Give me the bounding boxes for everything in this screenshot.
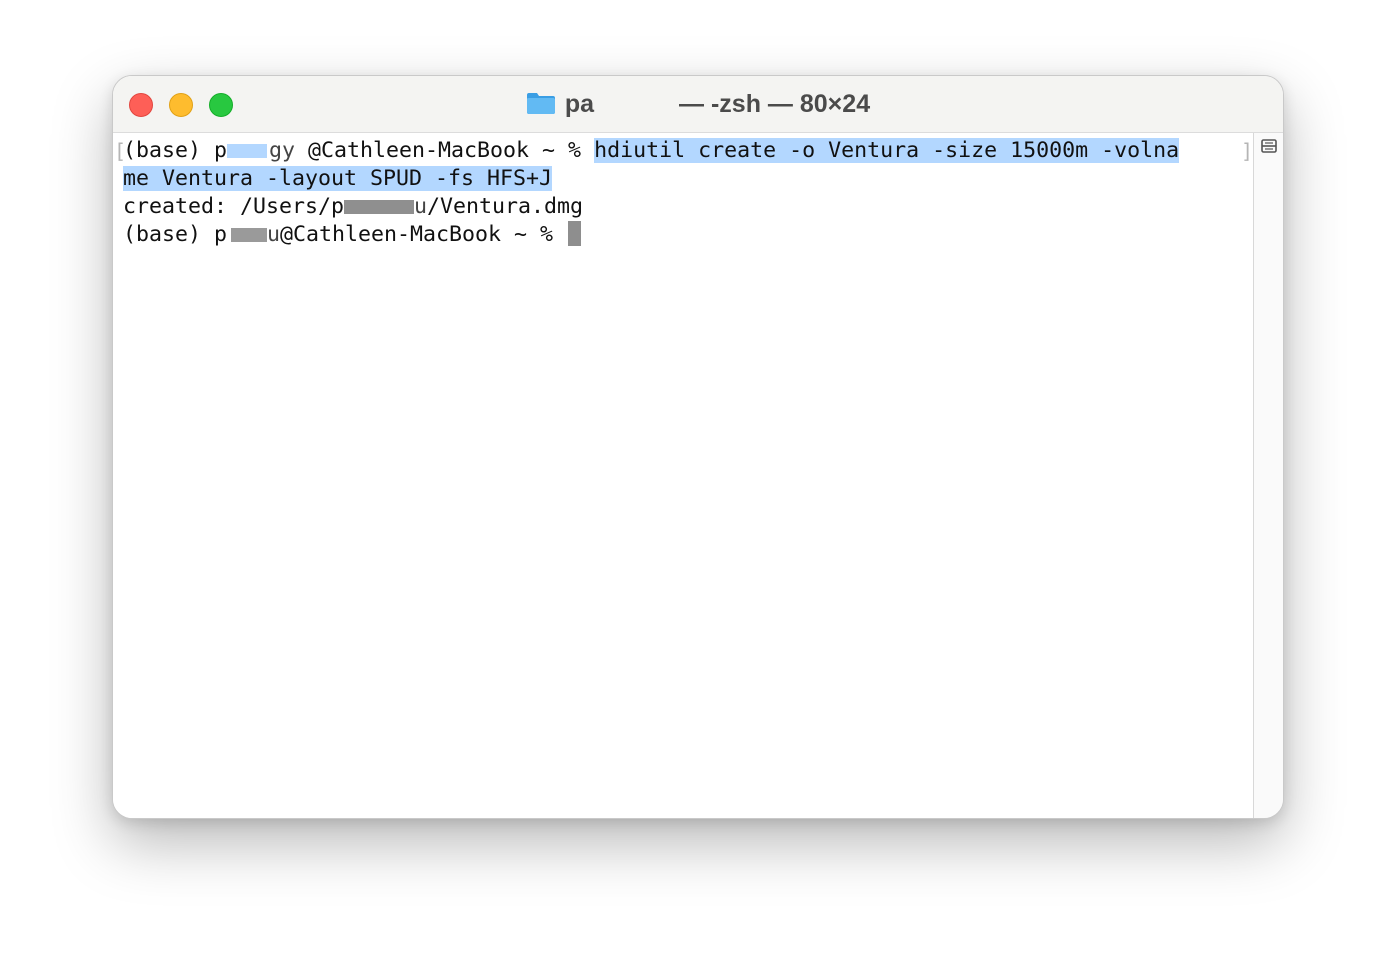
username-redaction [227,144,268,158]
split-pane-icon[interactable] [1261,139,1277,153]
text-cursor [568,220,582,246]
username-redaction [231,228,268,242]
selected-command-text[interactable]: hdiutil create -o Ventura -size 15000m -… [594,138,1180,163]
title-redaction [594,93,667,115]
prompt-host: @Cathleen-MacBook ~ % [280,222,567,247]
terminal-window: pa — -zsh — 80×24 [ ] (base) p gy @Cathle… [112,75,1284,819]
username-tail: u [414,194,428,219]
output-prefix: created: /Users/ [123,194,332,219]
username-tail: gy [269,138,296,163]
conda-env-label: (base) [123,222,215,247]
terminal-content[interactable]: [ ] (base) p gy @Cathleen-MacBook ~ % hdi… [113,133,1253,818]
terminal-line: created: /Users/p u/Ventura.dmg [123,193,583,221]
folder-icon [526,93,555,114]
prompt-host: @Cathleen-MacBook ~ % [295,138,595,163]
title-bar[interactable]: pa — -zsh — 80×24 [113,76,1283,133]
username-tail: u [267,222,281,247]
mark-bracket-right: ] [1241,139,1254,163]
selected-command-text[interactable]: me Ventura -layout SPUD -fs HFS+J [123,166,553,191]
scrollbar[interactable] [1253,133,1283,818]
username-partial: p [331,194,345,219]
terminal-line: me Ventura -layout SPUD -fs HFS+J [123,165,553,193]
title-username: pa [564,89,595,118]
username-partial: p [214,138,228,163]
output-path-suffix: /Ventura.dmg [427,194,584,219]
window-title: pa — -zsh — 80×24 [113,76,1283,132]
username-partial: p [214,222,228,247]
conda-env-label: (base) [123,138,215,163]
username-redaction [344,200,415,214]
terminal-line: (base) p gy @Cathleen-MacBook ~ % hdiutil… [123,137,1180,165]
title-shell-info: — -zsh — 80×24 [672,89,871,118]
terminal-line: (base) p u@Cathleen-MacBook ~ % [123,220,582,249]
